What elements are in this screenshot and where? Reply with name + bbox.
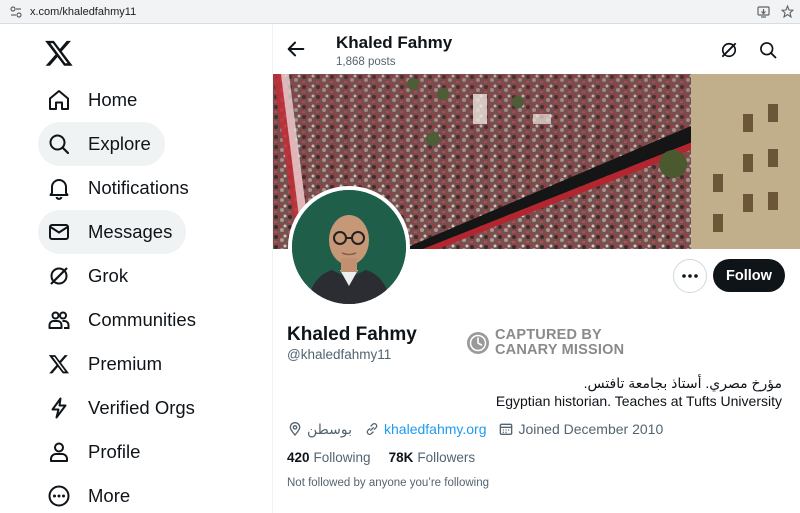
canary-mission-watermark: CAPTURED BY CANARY MISSION [466, 328, 624, 358]
canary-badge-icon [467, 332, 489, 354]
follow-counts: 420 Following 78K Followers [287, 450, 493, 465]
browser-address-bar: x.com/khaledfahmy11 [0, 0, 800, 24]
following-label: Following [313, 450, 371, 465]
grok-icon[interactable] [719, 40, 739, 60]
sidebar-item-label: Notifications [88, 177, 189, 198]
back-arrow-icon[interactable] [285, 38, 307, 60]
sidebar-item-messages[interactable]: Messages [38, 210, 187, 254]
sidebar-item-label: Messages [88, 221, 173, 242]
install-app-icon[interactable] [756, 4, 770, 18]
not-followed-note: Not followed by anyone you’re following [287, 477, 490, 489]
sidebar-item-notifications[interactable]: Notifications [38, 166, 203, 210]
watermark-line-2: CANARY MISSION [495, 342, 625, 358]
calendar-icon [500, 423, 513, 435]
sidebar-item-label: Grok [88, 265, 129, 286]
following-link[interactable]: 420 Following [287, 450, 371, 465]
sidebar-item-label: Communities [88, 309, 196, 330]
home-icon [46, 87, 72, 113]
website[interactable]: khaledfahmy.org [364, 421, 486, 437]
sidebar-item-label: Explore [88, 133, 151, 154]
profile-name: Khaled Fahmy [287, 324, 417, 345]
sidebar-item-explore[interactable]: Explore [38, 122, 165, 166]
location: بوسطن [287, 421, 352, 438]
lightning-icon [46, 395, 72, 421]
followers-count: 78K [388, 450, 414, 465]
communities-icon [46, 307, 72, 333]
website-link[interactable]: khaledfahmy.org [384, 421, 486, 437]
joined-text: Joined December 2010 [518, 421, 664, 437]
sidebar-item-profile[interactable]: Profile [38, 430, 154, 474]
x-logo-icon[interactable] [44, 38, 74, 68]
profile-header-bar: Khaled Fahmy 1,868 posts [273, 24, 800, 74]
sidebar-item-label: Home [88, 89, 138, 110]
location-text: بوسطن [307, 420, 353, 437]
avatar[interactable] [288, 186, 410, 308]
joined-date: Joined December 2010 [498, 421, 663, 437]
person-icon [46, 439, 72, 465]
grok-icon [46, 263, 72, 289]
header-post-count: 1,868 posts [336, 56, 396, 68]
location-pin-icon [289, 422, 301, 437]
profile-meta-row: بوسطن khaledfahmy.org Joined December 20… [287, 420, 675, 438]
sidebar-item-home[interactable]: Home [38, 78, 151, 122]
sidebar-item-verified-orgs[interactable]: Verified Orgs [38, 386, 209, 430]
following-count: 420 [287, 450, 310, 465]
site-settings-icon[interactable] [8, 4, 24, 20]
watermark-line-1: CAPTURED BY [495, 327, 602, 343]
sidebar-item-communities[interactable]: Communities [38, 298, 210, 342]
sidebar-item-label: Profile [88, 441, 141, 462]
followers-link[interactable]: 78K Followers [389, 450, 476, 465]
sidebar-item-label: Verified Orgs [88, 397, 195, 418]
more-circle-icon [46, 483, 72, 509]
x-logo-icon [46, 351, 72, 377]
more-options-button[interactable] [673, 259, 707, 293]
bio-english: Egyptian historian. Teaches at Tufts Uni… [495, 393, 782, 409]
envelope-icon [46, 219, 72, 245]
link-icon [366, 423, 378, 435]
sidebar-nav: Home Explore Notifications Messages Grok… [0, 24, 272, 513]
search-icon[interactable] [758, 40, 778, 60]
profile-handle: @khaledfahmy11 [287, 347, 392, 362]
sidebar-item-label: More [88, 485, 131, 506]
header-name: Khaled Fahmy [336, 33, 453, 52]
profile-column: Khaled Fahmy 1,868 posts Follow Khaled F… [272, 24, 800, 513]
url-text[interactable]: x.com/khaledfahmy11 [30, 6, 136, 18]
bio-arabic: مؤرخ مصري. أستاذ بجامعة تافتس. [583, 375, 782, 391]
sidebar-item-premium[interactable]: Premium [38, 342, 176, 386]
sidebar-item-label: Premium [88, 353, 163, 374]
follow-button[interactable]: Follow [713, 259, 785, 292]
more-dots-icon [682, 274, 698, 278]
followers-label: Followers [417, 450, 476, 465]
sidebar-item-more[interactable]: More [38, 474, 144, 513]
bell-icon [46, 175, 72, 201]
search-icon [46, 131, 72, 157]
sidebar-item-grok[interactable]: Grok [38, 254, 142, 298]
bookmark-star-icon[interactable] [780, 4, 794, 18]
